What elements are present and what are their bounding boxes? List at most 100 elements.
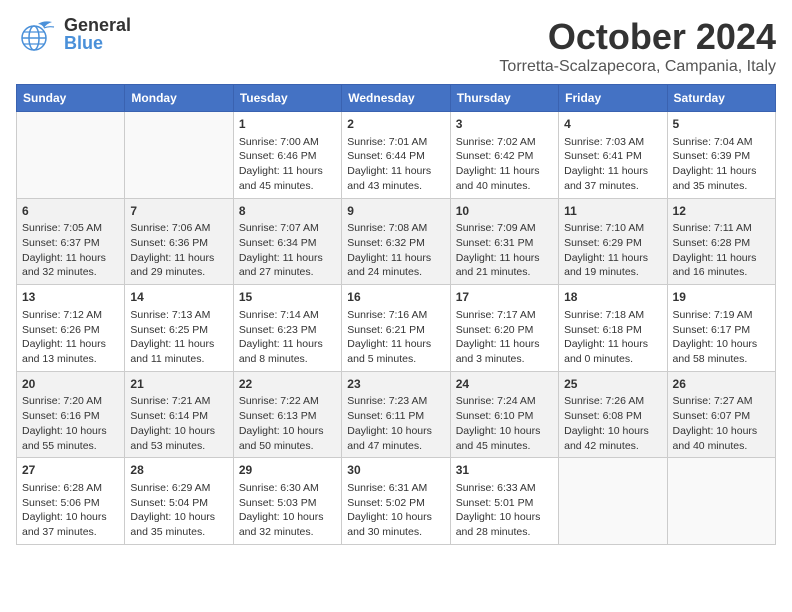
day-info: Sunrise: 6:31 AM Sunset: 5:02 PM Dayligh… [347, 481, 444, 540]
day-header-friday: Friday [559, 85, 667, 112]
day-info: Sunrise: 7:00 AM Sunset: 6:46 PM Dayligh… [239, 135, 336, 194]
calendar-cell: 2Sunrise: 7:01 AM Sunset: 6:44 PM Daylig… [342, 112, 450, 199]
day-number: 26 [673, 376, 770, 393]
day-info: Sunrise: 7:06 AM Sunset: 6:36 PM Dayligh… [130, 221, 227, 280]
calendar-cell: 20Sunrise: 7:20 AM Sunset: 6:16 PM Dayli… [17, 371, 125, 458]
day-number: 19 [673, 289, 770, 306]
day-number: 3 [456, 116, 553, 133]
day-info: Sunrise: 7:13 AM Sunset: 6:25 PM Dayligh… [130, 308, 227, 367]
month-title: October 2024 [499, 16, 776, 58]
day-info: Sunrise: 7:08 AM Sunset: 6:32 PM Dayligh… [347, 221, 444, 280]
day-info: Sunrise: 7:24 AM Sunset: 6:10 PM Dayligh… [456, 394, 553, 453]
calendar-header-row: SundayMondayTuesdayWednesdayThursdayFrid… [17, 85, 776, 112]
title-block: October 2024 Torretta-Scalzapecora, Camp… [499, 16, 776, 76]
day-number: 6 [22, 203, 119, 220]
day-info: Sunrise: 7:05 AM Sunset: 6:37 PM Dayligh… [22, 221, 119, 280]
calendar-cell: 1 Sunrise: 7:00 AM Sunset: 6:46 PM Daylig… [233, 112, 341, 199]
day-number: 24 [456, 376, 553, 393]
calendar-week-row: 27 Sunrise: 6:28 AM Sunset: 5:06 PM Dayli… [17, 458, 776, 545]
day-info: Sunrise: 7:18 AM Sunset: 6:18 PM Dayligh… [564, 308, 661, 367]
day-info: Sunrise: 7:23 AM Sunset: 6:11 PM Dayligh… [347, 394, 444, 453]
day-info: Sunrise: 6:29 AM Sunset: 5:04 PM Dayligh… [130, 481, 227, 540]
location-title: Torretta-Scalzapecora, Campania, Italy [499, 58, 776, 76]
calendar-cell: 10Sunrise: 7:09 AM Sunset: 6:31 PM Dayli… [450, 198, 558, 285]
day-number: 23 [347, 376, 444, 393]
day-number: 12 [673, 203, 770, 220]
day-info: Sunrise: 7:11 AM Sunset: 6:28 PM Dayligh… [673, 221, 770, 280]
day-number: 10 [456, 203, 553, 220]
calendar-cell: 6Sunrise: 7:05 AM Sunset: 6:37 PM Daylig… [17, 198, 125, 285]
day-info: Sunrise: 6:28 AM Sunset: 5:06 PM Dayligh… [22, 481, 119, 540]
day-number: 5 [673, 116, 770, 133]
day-info: Sunrise: 7:12 AM Sunset: 6:26 PM Dayligh… [22, 308, 119, 367]
calendar-cell [667, 458, 775, 545]
day-info: Sunrise: 6:33 AM Sunset: 5:01 PM Dayligh… [456, 481, 553, 540]
day-info: Sunrise: 7:03 AM Sunset: 6:41 PM Dayligh… [564, 135, 661, 194]
calendar-cell: 5 Sunrise: 7:04 AM Sunset: 6:39 PM Daylig… [667, 112, 775, 199]
day-number: 29 [239, 462, 336, 479]
day-number: 9 [347, 203, 444, 220]
calendar-cell: 11Sunrise: 7:10 AM Sunset: 6:29 PM Dayli… [559, 198, 667, 285]
day-info: Sunrise: 7:27 AM Sunset: 6:07 PM Dayligh… [673, 394, 770, 453]
day-number: 27 [22, 462, 119, 479]
calendar-cell: 9Sunrise: 7:08 AM Sunset: 6:32 PM Daylig… [342, 198, 450, 285]
calendar-cell: 13 Sunrise: 7:12 AM Sunset: 6:26 PM Dayli… [17, 285, 125, 372]
calendar-cell: 7Sunrise: 7:06 AM Sunset: 6:36 PM Daylig… [125, 198, 233, 285]
day-number: 1 [239, 116, 336, 133]
day-info: Sunrise: 7:22 AM Sunset: 6:13 PM Dayligh… [239, 394, 336, 453]
calendar-cell: 15Sunrise: 7:14 AM Sunset: 6:23 PM Dayli… [233, 285, 341, 372]
day-number: 8 [239, 203, 336, 220]
day-info: Sunrise: 7:26 AM Sunset: 6:08 PM Dayligh… [564, 394, 661, 453]
calendar-cell: 23Sunrise: 7:23 AM Sunset: 6:11 PM Dayli… [342, 371, 450, 458]
day-info: Sunrise: 7:16 AM Sunset: 6:21 PM Dayligh… [347, 308, 444, 367]
calendar-cell: 17Sunrise: 7:17 AM Sunset: 6:20 PM Dayli… [450, 285, 558, 372]
logo: General Blue [16, 16, 131, 52]
calendar-week-row: 6Sunrise: 7:05 AM Sunset: 6:37 PM Daylig… [17, 198, 776, 285]
calendar-cell: 4Sunrise: 7:03 AM Sunset: 6:41 PM Daylig… [559, 112, 667, 199]
day-info: Sunrise: 7:01 AM Sunset: 6:44 PM Dayligh… [347, 135, 444, 194]
day-header-thursday: Thursday [450, 85, 558, 112]
day-number: 7 [130, 203, 227, 220]
day-number: 17 [456, 289, 553, 306]
day-number: 13 [22, 289, 119, 306]
day-number: 31 [456, 462, 553, 479]
calendar-cell: 12Sunrise: 7:11 AM Sunset: 6:28 PM Dayli… [667, 198, 775, 285]
calendar-cell [17, 112, 125, 199]
calendar-cell: 21Sunrise: 7:21 AM Sunset: 6:14 PM Dayli… [125, 371, 233, 458]
calendar-cell: 28 Sunrise: 6:29 AM Sunset: 5:04 PM Dayli… [125, 458, 233, 545]
calendar-week-row: 13 Sunrise: 7:12 AM Sunset: 6:26 PM Dayli… [17, 285, 776, 372]
calendar-cell: 24Sunrise: 7:24 AM Sunset: 6:10 PM Dayli… [450, 371, 558, 458]
calendar-cell: 19Sunrise: 7:19 AM Sunset: 6:17 PM Dayli… [667, 285, 775, 372]
calendar-cell: 25Sunrise: 7:26 AM Sunset: 6:08 PM Dayli… [559, 371, 667, 458]
day-header-wednesday: Wednesday [342, 85, 450, 112]
day-number: 16 [347, 289, 444, 306]
day-number: 25 [564, 376, 661, 393]
day-number: 28 [130, 462, 227, 479]
day-number: 14 [130, 289, 227, 306]
day-info: Sunrise: 7:10 AM Sunset: 6:29 PM Dayligh… [564, 221, 661, 280]
calendar-cell: 29 Sunrise: 6:30 AM Sunset: 5:03 PM Dayli… [233, 458, 341, 545]
calendar-cell: 26Sunrise: 7:27 AM Sunset: 6:07 PM Dayli… [667, 371, 775, 458]
calendar-cell: 30Sunrise: 6:31 AM Sunset: 5:02 PM Dayli… [342, 458, 450, 545]
calendar-week-row: 1 Sunrise: 7:00 AM Sunset: 6:46 PM Daylig… [17, 112, 776, 199]
day-number: 20 [22, 376, 119, 393]
day-header-tuesday: Tuesday [233, 85, 341, 112]
day-number: 21 [130, 376, 227, 393]
day-info: Sunrise: 7:04 AM Sunset: 6:39 PM Dayligh… [673, 135, 770, 194]
logo-icon [16, 16, 60, 52]
calendar-week-row: 20Sunrise: 7:20 AM Sunset: 6:16 PM Dayli… [17, 371, 776, 458]
calendar-cell [559, 458, 667, 545]
calendar-table: SundayMondayTuesdayWednesdayThursdayFrid… [16, 84, 776, 545]
day-info: Sunrise: 7:07 AM Sunset: 6:34 PM Dayligh… [239, 221, 336, 280]
day-info: Sunrise: 7:09 AM Sunset: 6:31 PM Dayligh… [456, 221, 553, 280]
day-info: Sunrise: 6:30 AM Sunset: 5:03 PM Dayligh… [239, 481, 336, 540]
day-header-sunday: Sunday [17, 85, 125, 112]
day-info: Sunrise: 7:21 AM Sunset: 6:14 PM Dayligh… [130, 394, 227, 453]
calendar-cell: 3Sunrise: 7:02 AM Sunset: 6:42 PM Daylig… [450, 112, 558, 199]
calendar-cell: 18Sunrise: 7:18 AM Sunset: 6:18 PM Dayli… [559, 285, 667, 372]
page-header: General Blue October 2024 Torretta-Scalz… [16, 16, 776, 76]
calendar-cell: 22Sunrise: 7:22 AM Sunset: 6:13 PM Dayli… [233, 371, 341, 458]
day-info: Sunrise: 7:20 AM Sunset: 6:16 PM Dayligh… [22, 394, 119, 453]
day-header-saturday: Saturday [667, 85, 775, 112]
calendar-cell: 27 Sunrise: 6:28 AM Sunset: 5:06 PM Dayli… [17, 458, 125, 545]
